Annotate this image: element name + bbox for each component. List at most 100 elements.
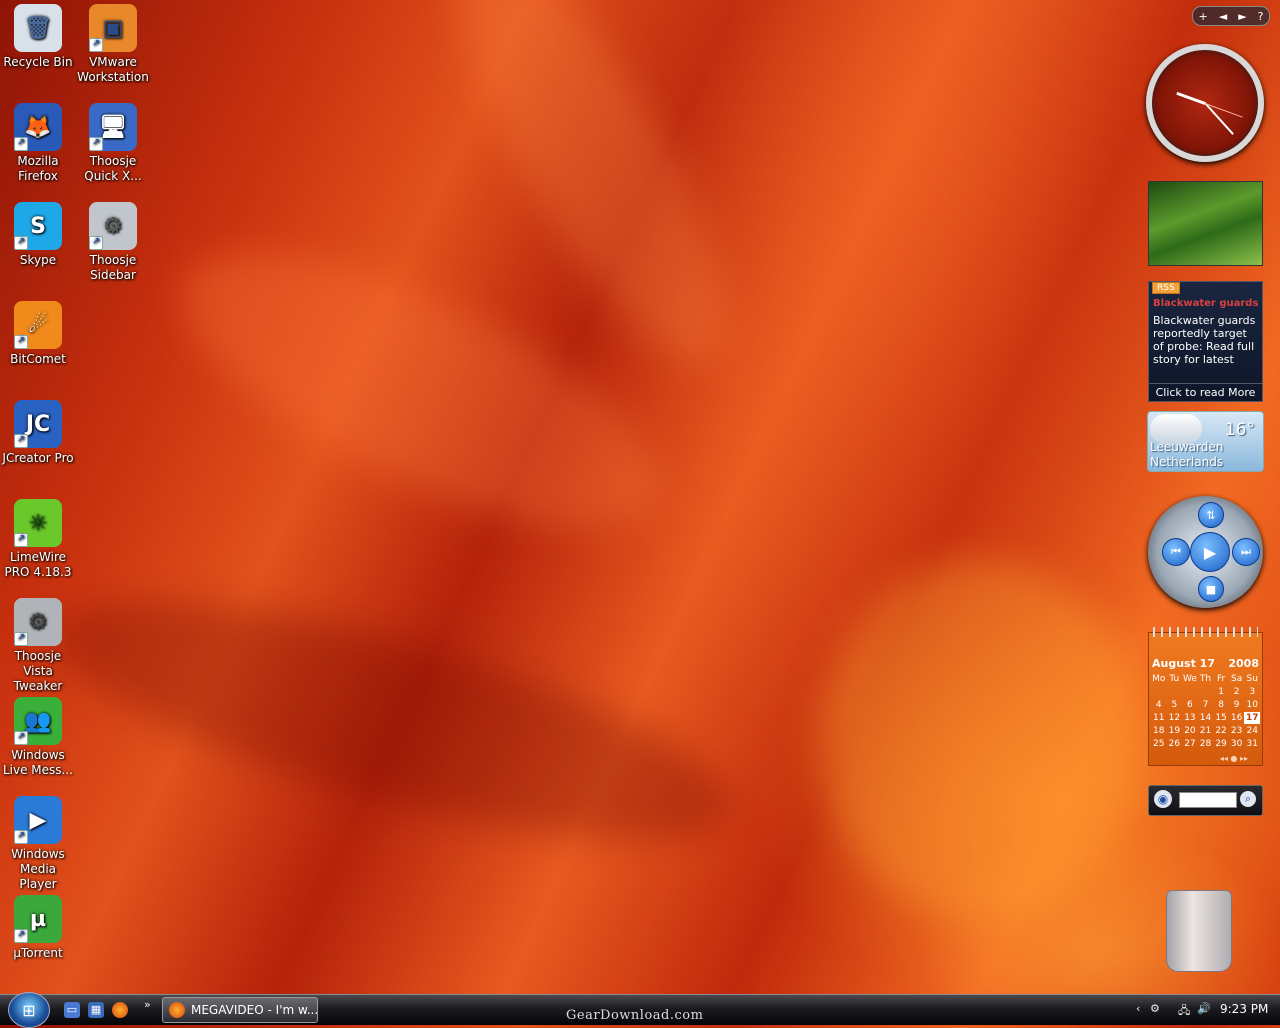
calendar-day[interactable]: 5 bbox=[1167, 699, 1183, 711]
play-button[interactable]: ▶ bbox=[1190, 532, 1230, 572]
calendar-day[interactable]: 21 bbox=[1198, 725, 1214, 737]
calendar-day[interactable]: 12 bbox=[1167, 712, 1183, 724]
calendar-day[interactable]: 23 bbox=[1229, 725, 1245, 737]
quicklaunch-overflow-button[interactable]: » bbox=[144, 998, 151, 1011]
next-track-button[interactable]: ⏭ bbox=[1232, 538, 1260, 566]
calendar-day[interactable]: 28 bbox=[1198, 738, 1214, 750]
shortcut-arrow-icon: ↗ bbox=[14, 236, 28, 250]
calendar-year: 2008 bbox=[1228, 657, 1259, 670]
slideshow-gadget[interactable] bbox=[1148, 181, 1263, 266]
tray-expand-icon[interactable]: ‹ bbox=[1136, 1002, 1140, 1015]
calendar-day[interactable]: 17 bbox=[1244, 712, 1260, 724]
calendar-day[interactable]: 3 bbox=[1244, 686, 1260, 698]
calendar-day[interactable]: 25 bbox=[1151, 738, 1167, 750]
calendar-nav[interactable]: ◂◂ ● ▸▸ bbox=[1220, 754, 1248, 763]
recycle-bin-gadget[interactable] bbox=[1166, 890, 1232, 972]
desktop-icon[interactable]: ⚙ ↗ Thoosje Vista Tweaker bbox=[0, 598, 76, 694]
add-gadget-button[interactable]: + bbox=[1199, 10, 1208, 23]
desktop-icon[interactable]: 🗑 Recycle Bin bbox=[0, 4, 76, 70]
desktop-icon-image: JC ↗ bbox=[14, 400, 62, 448]
weather-city: Leeuwarden bbox=[1150, 440, 1224, 454]
calendar-day[interactable]: 26 bbox=[1167, 738, 1183, 750]
desktop-icon-image: 👥 ↗ bbox=[14, 697, 62, 745]
next-gadgets-button[interactable]: ► bbox=[1238, 10, 1246, 23]
calendar-day[interactable]: 6 bbox=[1182, 699, 1198, 711]
help-button[interactable]: ? bbox=[1258, 10, 1264, 23]
desktop-icon[interactable]: ✳ ↗ LimeWire PRO 4.18.3 bbox=[0, 499, 76, 580]
desktop-icon[interactable]: 🖥 ↗ Thoosje Quick X... bbox=[75, 103, 151, 184]
desktop-icon[interactable]: JC ↗ JCreator Pro bbox=[0, 400, 76, 466]
calendar-weekday: Mo bbox=[1152, 674, 1166, 684]
calendar-day[interactable]: 14 bbox=[1198, 712, 1214, 724]
calendar-day[interactable]: 13 bbox=[1182, 712, 1198, 724]
desktop-icon-label: Thoosje Sidebar bbox=[89, 253, 137, 282]
desktop-icon-label: JCreator Pro bbox=[2, 451, 74, 465]
calendar-weekday: Fr bbox=[1216, 674, 1226, 684]
desktop-icon[interactable]: ▶ ↗ Windows Media Player bbox=[0, 796, 76, 892]
calendar-day[interactable]: 10 bbox=[1244, 699, 1260, 711]
network-tray-icon[interactable]: 🖧 bbox=[1178, 1002, 1190, 1021]
clock-gadget[interactable] bbox=[1146, 44, 1264, 162]
desktop-icon[interactable]: ⚙ ↗ Thoosje Sidebar bbox=[75, 202, 151, 283]
calendar-day[interactable]: 19 bbox=[1167, 725, 1183, 737]
firefox-quicklaunch-icon[interactable] bbox=[112, 1002, 128, 1018]
calendar-day[interactable]: 15 bbox=[1213, 712, 1229, 724]
calendar-day[interactable]: 4 bbox=[1151, 699, 1167, 711]
calendar-day[interactable]: 11 bbox=[1151, 712, 1167, 724]
shortcut-arrow-icon: ↗ bbox=[14, 137, 28, 151]
calendar-grid: Mo Tu We Th Fr Sa Su 1 2 3 4 5 6 7 8 9 10 11 12 13 14 15 16 17 1… bbox=[1151, 673, 1260, 750]
shuffle-button[interactable]: ⇅ bbox=[1198, 502, 1224, 528]
calendar-day bbox=[1167, 686, 1183, 698]
calendar-day[interactable]: 9 bbox=[1229, 699, 1245, 711]
desktop-icon-label: Windows Media Player bbox=[11, 847, 65, 891]
shortcut-arrow-icon: ↗ bbox=[14, 731, 28, 745]
calendar-weekday: Sa bbox=[1231, 674, 1243, 684]
calendar-day[interactable]: 30 bbox=[1229, 738, 1245, 750]
desktop-icon-image: µ ↗ bbox=[14, 895, 62, 943]
calendar-day[interactable]: 16 bbox=[1229, 712, 1245, 724]
desktop-icon[interactable]: ▣ ↗ VMware Workstation bbox=[75, 4, 151, 85]
stop-button[interactable]: ■ bbox=[1198, 576, 1224, 602]
start-button[interactable]: ⊞ bbox=[8, 992, 50, 1028]
settings-tray-icon[interactable]: ⚙ bbox=[1150, 1002, 1160, 1015]
calendar-weekday: Tu bbox=[1169, 674, 1180, 684]
show-desktop-icon[interactable]: ▭ bbox=[64, 1002, 80, 1018]
calendar-day[interactable]: 1 bbox=[1213, 686, 1229, 698]
desktop-icon-label: Skype bbox=[19, 253, 57, 267]
previous-track-button[interactable]: ⏮ bbox=[1162, 538, 1190, 566]
calendar-day[interactable]: 31 bbox=[1244, 738, 1260, 750]
calendar-day[interactable]: 7 bbox=[1198, 699, 1214, 711]
search-input[interactable] bbox=[1179, 792, 1237, 808]
desktop-icon[interactable]: ☄ ↗ BitComet bbox=[0, 301, 76, 367]
taskbar-button-megavideo[interactable]: MEGAVIDEO - I'm w... bbox=[162, 997, 318, 1023]
desktop-icon[interactable]: 👥 ↗ Windows Live Mess... bbox=[0, 697, 76, 778]
desktop-icon-label: Windows Live Mess... bbox=[2, 748, 73, 777]
weather-gadget[interactable]: 16° Leeuwarden Netherlands bbox=[1147, 411, 1264, 472]
desktop-icon-label: µTorrent bbox=[13, 946, 63, 960]
calendar-day[interactable]: 24 bbox=[1244, 725, 1260, 737]
desktop-icon[interactable]: S ↗ Skype bbox=[0, 202, 76, 268]
search-icon[interactable]: ⌕ bbox=[1240, 791, 1256, 807]
switch-windows-icon[interactable]: ▦ bbox=[88, 1002, 104, 1018]
calendar-day bbox=[1198, 686, 1214, 698]
rss-feed-gadget[interactable]: RSS Blackwater guards Blackwater guards … bbox=[1148, 281, 1263, 402]
search-provider-icon[interactable]: ◉ bbox=[1154, 790, 1172, 808]
prev-gadgets-button[interactable]: ◄ bbox=[1219, 10, 1227, 23]
rss-read-more-link[interactable]: Click to read More bbox=[1149, 383, 1262, 401]
desktop-icon[interactable]: µ ↗ µTorrent bbox=[0, 895, 76, 961]
watermark: GearDownload.com bbox=[566, 1008, 704, 1023]
calendar-day[interactable]: 18 bbox=[1151, 725, 1167, 737]
rss-headline[interactable]: Blackwater guards bbox=[1153, 298, 1258, 309]
desktop-icon-image: ☄ ↗ bbox=[14, 301, 62, 349]
calendar-day[interactable]: 20 bbox=[1182, 725, 1198, 737]
calendar-day[interactable]: 22 bbox=[1213, 725, 1229, 737]
desktop-icon-label: Thoosje Vista Tweaker bbox=[13, 649, 63, 693]
taskbar-clock[interactable]: 9:23 PM bbox=[1220, 1002, 1268, 1016]
desktop-icon[interactable]: 🦊 ↗ Mozilla Firefox bbox=[0, 103, 76, 184]
calendar-day[interactable]: 2 bbox=[1229, 686, 1245, 698]
calendar-day[interactable]: 8 bbox=[1213, 699, 1229, 711]
calendar-gadget[interactable]: August 17 2008 Mo Tu We Th Fr Sa Su 1 2 3 4 5 6 7 8 9 10… bbox=[1148, 627, 1263, 766]
volume-icon[interactable]: 🔊 bbox=[1197, 1002, 1211, 1015]
calendar-day[interactable]: 27 bbox=[1182, 738, 1198, 750]
calendar-day[interactable]: 29 bbox=[1213, 738, 1229, 750]
